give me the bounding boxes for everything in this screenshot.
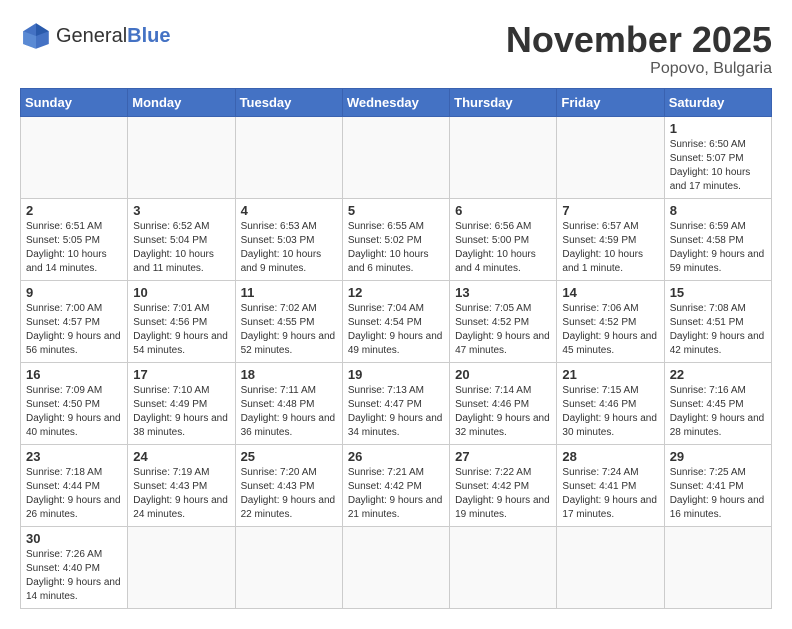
day-8: 8 Sunrise: 6:59 AMSunset: 4:58 PMDayligh…	[664, 198, 771, 280]
day-13: 13 Sunrise: 7:05 AMSunset: 4:52 PMDaylig…	[450, 280, 557, 362]
table-row: 30 Sunrise: 7:26 AMSunset: 4:40 PMDaylig…	[21, 526, 772, 608]
day-14: 14 Sunrise: 7:06 AMSunset: 4:52 PMDaylig…	[557, 280, 664, 362]
logo: GeneralBlue	[20, 20, 171, 52]
day-11: 11 Sunrise: 7:02 AMSunset: 4:55 PMDaylig…	[235, 280, 342, 362]
title-block: November 2025 Popovo, Bulgaria	[506, 20, 772, 78]
day-29: 29 Sunrise: 7:25 AMSunset: 4:41 PMDaylig…	[664, 444, 771, 526]
month-title: November 2025	[506, 20, 772, 60]
empty-cell	[235, 116, 342, 198]
header-tuesday: Tuesday	[235, 88, 342, 116]
table-row: 9 Sunrise: 7:00 AMSunset: 4:57 PMDayligh…	[21, 280, 772, 362]
empty-cell	[664, 526, 771, 608]
empty-cell	[557, 116, 664, 198]
day-4: 4 Sunrise: 6:53 AMSunset: 5:03 PMDayligh…	[235, 198, 342, 280]
empty-cell	[128, 116, 235, 198]
table-row: 16 Sunrise: 7:09 AMSunset: 4:50 PMDaylig…	[21, 362, 772, 444]
day-1: 1 Sunrise: 6:50 AMSunset: 5:07 PMDayligh…	[664, 116, 771, 198]
logo-text: GeneralBlue	[56, 25, 171, 47]
day-25: 25 Sunrise: 7:20 AMSunset: 4:43 PMDaylig…	[235, 444, 342, 526]
header-sunday: Sunday	[21, 88, 128, 116]
day-2: 2 Sunrise: 6:51 AMSunset: 5:05 PMDayligh…	[21, 198, 128, 280]
empty-cell	[450, 116, 557, 198]
header-saturday: Saturday	[664, 88, 771, 116]
empty-cell	[450, 526, 557, 608]
day-16: 16 Sunrise: 7:09 AMSunset: 4:50 PMDaylig…	[21, 362, 128, 444]
table-row: 2 Sunrise: 6:51 AMSunset: 5:05 PMDayligh…	[21, 198, 772, 280]
day-23: 23 Sunrise: 7:18 AMSunset: 4:44 PMDaylig…	[21, 444, 128, 526]
empty-cell	[342, 116, 449, 198]
day-26: 26 Sunrise: 7:21 AMSunset: 4:42 PMDaylig…	[342, 444, 449, 526]
empty-cell	[21, 116, 128, 198]
day-5: 5 Sunrise: 6:55 AMSunset: 5:02 PMDayligh…	[342, 198, 449, 280]
table-row: 23 Sunrise: 7:18 AMSunset: 4:44 PMDaylig…	[21, 444, 772, 526]
page-header: GeneralBlue November 2025 Popovo, Bulgar…	[20, 20, 772, 78]
empty-cell	[557, 526, 664, 608]
day-17: 17 Sunrise: 7:10 AMSunset: 4:49 PMDaylig…	[128, 362, 235, 444]
day-21: 21 Sunrise: 7:15 AMSunset: 4:46 PMDaylig…	[557, 362, 664, 444]
day-12: 12 Sunrise: 7:04 AMSunset: 4:54 PMDaylig…	[342, 280, 449, 362]
header-friday: Friday	[557, 88, 664, 116]
day-3: 3 Sunrise: 6:52 AMSunset: 5:04 PMDayligh…	[128, 198, 235, 280]
day-19: 19 Sunrise: 7:13 AMSunset: 4:47 PMDaylig…	[342, 362, 449, 444]
empty-cell	[235, 526, 342, 608]
day-24: 24 Sunrise: 7:19 AMSunset: 4:43 PMDaylig…	[128, 444, 235, 526]
header-thursday: Thursday	[450, 88, 557, 116]
logo-icon	[20, 20, 52, 52]
header-wednesday: Wednesday	[342, 88, 449, 116]
day-30: 30 Sunrise: 7:26 AMSunset: 4:40 PMDaylig…	[21, 526, 128, 608]
table-row: 1 Sunrise: 6:50 AMSunset: 5:07 PMDayligh…	[21, 116, 772, 198]
day-9: 9 Sunrise: 7:00 AMSunset: 4:57 PMDayligh…	[21, 280, 128, 362]
day-10: 10 Sunrise: 7:01 AMSunset: 4:56 PMDaylig…	[128, 280, 235, 362]
day-18: 18 Sunrise: 7:11 AMSunset: 4:48 PMDaylig…	[235, 362, 342, 444]
header-monday: Monday	[128, 88, 235, 116]
day-20: 20 Sunrise: 7:14 AMSunset: 4:46 PMDaylig…	[450, 362, 557, 444]
day-28: 28 Sunrise: 7:24 AMSunset: 4:41 PMDaylig…	[557, 444, 664, 526]
location: Popovo, Bulgaria	[506, 60, 772, 78]
day-15: 15 Sunrise: 7:08 AMSunset: 4:51 PMDaylig…	[664, 280, 771, 362]
empty-cell	[342, 526, 449, 608]
weekday-header-row: Sunday Monday Tuesday Wednesday Thursday…	[21, 88, 772, 116]
day-27: 27 Sunrise: 7:22 AMSunset: 4:42 PMDaylig…	[450, 444, 557, 526]
empty-cell	[128, 526, 235, 608]
calendar-table: Sunday Monday Tuesday Wednesday Thursday…	[20, 88, 772, 609]
day-6: 6 Sunrise: 6:56 AMSunset: 5:00 PMDayligh…	[450, 198, 557, 280]
day-22: 22 Sunrise: 7:16 AMSunset: 4:45 PMDaylig…	[664, 362, 771, 444]
day-7: 7 Sunrise: 6:57 AMSunset: 4:59 PMDayligh…	[557, 198, 664, 280]
